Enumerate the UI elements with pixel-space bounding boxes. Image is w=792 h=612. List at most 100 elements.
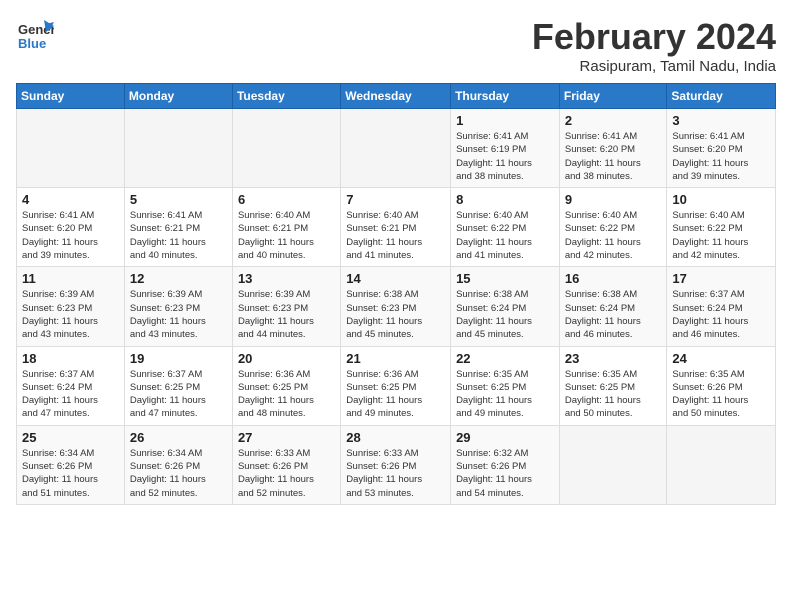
day-number: 20 xyxy=(238,351,335,366)
day-number: 28 xyxy=(346,430,445,445)
day-number: 3 xyxy=(672,113,770,128)
calendar-cell xyxy=(341,109,451,188)
logo-icon: General Blue xyxy=(16,16,54,54)
calendar-week-row: 11 Sunrise: 6:39 AM Sunset: 6:23 PM Dayli… xyxy=(17,267,776,346)
calendar-cell: 25 Sunrise: 6:34 AM Sunset: 6:26 PM Dayli… xyxy=(17,425,125,504)
calendar-cell: 14 Sunrise: 6:38 AM Sunset: 6:23 PM Dayli… xyxy=(341,267,451,346)
calendar-cell: 3 Sunrise: 6:41 AM Sunset: 6:20 PM Daylig… xyxy=(667,109,776,188)
calendar-header-row: SundayMondayTuesdayWednesdayThursdayFrid… xyxy=(17,84,776,109)
day-number: 17 xyxy=(672,271,770,286)
day-number: 14 xyxy=(346,271,445,286)
calendar-table: SundayMondayTuesdayWednesdayThursdayFrid… xyxy=(16,83,776,505)
day-number: 9 xyxy=(565,192,662,207)
day-number: 5 xyxy=(130,192,227,207)
day-info: Sunrise: 6:41 AM Sunset: 6:20 PM Dayligh… xyxy=(22,209,119,262)
day-info: Sunrise: 6:40 AM Sunset: 6:21 PM Dayligh… xyxy=(238,209,335,262)
weekday-header: Monday xyxy=(124,84,232,109)
calendar-cell: 9 Sunrise: 6:40 AM Sunset: 6:22 PM Daylig… xyxy=(559,188,667,267)
day-info: Sunrise: 6:40 AM Sunset: 6:21 PM Dayligh… xyxy=(346,209,445,262)
calendar-week-row: 18Sunrise: 6:37 AM Sunset: 6:24 PM Dayli… xyxy=(17,346,776,425)
calendar-subtitle: Rasipuram, Tamil Nadu, India xyxy=(532,58,776,75)
weekday-header: Tuesday xyxy=(232,84,340,109)
day-number: 21 xyxy=(346,351,445,366)
calendar-cell: 8 Sunrise: 6:40 AM Sunset: 6:22 PM Daylig… xyxy=(451,188,560,267)
day-number: 2 xyxy=(565,113,662,128)
calendar-week-row: 25 Sunrise: 6:34 AM Sunset: 6:26 PM Dayli… xyxy=(17,425,776,504)
day-info: Sunrise: 6:35 AM Sunset: 6:25 PM Dayligh… xyxy=(565,368,662,421)
day-info: Sunrise: 6:33 AM Sunset: 6:26 PM Dayligh… xyxy=(346,447,445,500)
day-number: 13 xyxy=(238,271,335,286)
day-info: Sunrise: 6:37 AM Sunset: 6:25 PM Dayligh… xyxy=(130,368,227,421)
calendar-cell: 4Sunrise: 6:41 AM Sunset: 6:20 PM Daylig… xyxy=(17,188,125,267)
day-info: Sunrise: 6:34 AM Sunset: 6:26 PM Dayligh… xyxy=(130,447,227,500)
calendar-cell: 29 Sunrise: 6:32 AM Sunset: 6:26 PM Dayli… xyxy=(451,425,560,504)
day-info: Sunrise: 6:34 AM Sunset: 6:26 PM Dayligh… xyxy=(22,447,119,500)
day-number: 15 xyxy=(456,271,554,286)
calendar-cell: 22 Sunrise: 6:35 AM Sunset: 6:25 PM Dayli… xyxy=(451,346,560,425)
weekday-header: Thursday xyxy=(451,84,560,109)
day-number: 22 xyxy=(456,351,554,366)
day-number: 27 xyxy=(238,430,335,445)
calendar-cell xyxy=(232,109,340,188)
svg-text:Blue: Blue xyxy=(18,36,46,51)
calendar-cell: 26 Sunrise: 6:34 AM Sunset: 6:26 PM Dayli… xyxy=(124,425,232,504)
weekday-header: Sunday xyxy=(17,84,125,109)
day-info: Sunrise: 6:41 AM Sunset: 6:19 PM Dayligh… xyxy=(456,130,554,183)
day-info: Sunrise: 6:39 AM Sunset: 6:23 PM Dayligh… xyxy=(238,288,335,341)
calendar-cell: 5 Sunrise: 6:41 AM Sunset: 6:21 PM Daylig… xyxy=(124,188,232,267)
day-number: 11 xyxy=(22,271,119,286)
calendar-cell: 15Sunrise: 6:38 AM Sunset: 6:24 PM Dayli… xyxy=(451,267,560,346)
calendar-cell: 19Sunrise: 6:37 AM Sunset: 6:25 PM Dayli… xyxy=(124,346,232,425)
day-number: 1 xyxy=(456,113,554,128)
calendar-week-row: 4Sunrise: 6:41 AM Sunset: 6:20 PM Daylig… xyxy=(17,188,776,267)
calendar-cell: 23Sunrise: 6:35 AM Sunset: 6:25 PM Dayli… xyxy=(559,346,667,425)
calendar-cell xyxy=(17,109,125,188)
day-number: 12 xyxy=(130,271,227,286)
calendar-cell: 21 Sunrise: 6:36 AM Sunset: 6:25 PM Dayli… xyxy=(341,346,451,425)
day-number: 6 xyxy=(238,192,335,207)
calendar-cell: 13 Sunrise: 6:39 AM Sunset: 6:23 PM Dayli… xyxy=(232,267,340,346)
day-info: Sunrise: 6:41 AM Sunset: 6:20 PM Dayligh… xyxy=(672,130,770,183)
calendar-cell: 1 Sunrise: 6:41 AM Sunset: 6:19 PM Daylig… xyxy=(451,109,560,188)
calendar-cell: 18Sunrise: 6:37 AM Sunset: 6:24 PM Dayli… xyxy=(17,346,125,425)
day-info: Sunrise: 6:35 AM Sunset: 6:25 PM Dayligh… xyxy=(456,368,554,421)
day-info: Sunrise: 6:40 AM Sunset: 6:22 PM Dayligh… xyxy=(672,209,770,262)
day-number: 16 xyxy=(565,271,662,286)
calendar-cell: 10 Sunrise: 6:40 AM Sunset: 6:22 PM Dayli… xyxy=(667,188,776,267)
calendar-cell: 24 Sunrise: 6:35 AM Sunset: 6:26 PM Dayli… xyxy=(667,346,776,425)
calendar-cell: 2Sunrise: 6:41 AM Sunset: 6:20 PM Daylig… xyxy=(559,109,667,188)
calendar-cell: 27 Sunrise: 6:33 AM Sunset: 6:26 PM Dayli… xyxy=(232,425,340,504)
calendar-cell: 28 Sunrise: 6:33 AM Sunset: 6:26 PM Dayli… xyxy=(341,425,451,504)
day-info: Sunrise: 6:35 AM Sunset: 6:26 PM Dayligh… xyxy=(672,368,770,421)
page-header: General Blue February 2024 Rasipuram, Ta… xyxy=(16,16,776,75)
day-info: Sunrise: 6:41 AM Sunset: 6:21 PM Dayligh… xyxy=(130,209,227,262)
calendar-cell: 6 Sunrise: 6:40 AM Sunset: 6:21 PM Daylig… xyxy=(232,188,340,267)
day-info: Sunrise: 6:37 AM Sunset: 6:24 PM Dayligh… xyxy=(22,368,119,421)
day-info: Sunrise: 6:40 AM Sunset: 6:22 PM Dayligh… xyxy=(456,209,554,262)
day-number: 10 xyxy=(672,192,770,207)
day-number: 29 xyxy=(456,430,554,445)
weekday-header: Friday xyxy=(559,84,667,109)
day-number: 8 xyxy=(456,192,554,207)
day-number: 26 xyxy=(130,430,227,445)
calendar-cell: 17 Sunrise: 6:37 AM Sunset: 6:24 PM Dayli… xyxy=(667,267,776,346)
day-info: Sunrise: 6:39 AM Sunset: 6:23 PM Dayligh… xyxy=(22,288,119,341)
calendar-title: February 2024 xyxy=(532,16,776,58)
day-info: Sunrise: 6:36 AM Sunset: 6:25 PM Dayligh… xyxy=(346,368,445,421)
day-number: 7 xyxy=(346,192,445,207)
day-info: Sunrise: 6:38 AM Sunset: 6:23 PM Dayligh… xyxy=(346,288,445,341)
day-number: 24 xyxy=(672,351,770,366)
calendar-cell xyxy=(559,425,667,504)
day-info: Sunrise: 6:40 AM Sunset: 6:22 PM Dayligh… xyxy=(565,209,662,262)
day-info: Sunrise: 6:32 AM Sunset: 6:26 PM Dayligh… xyxy=(456,447,554,500)
day-info: Sunrise: 6:33 AM Sunset: 6:26 PM Dayligh… xyxy=(238,447,335,500)
day-info: Sunrise: 6:36 AM Sunset: 6:25 PM Dayligh… xyxy=(238,368,335,421)
calendar-cell: 11 Sunrise: 6:39 AM Sunset: 6:23 PM Dayli… xyxy=(17,267,125,346)
calendar-cell: 7 Sunrise: 6:40 AM Sunset: 6:21 PM Daylig… xyxy=(341,188,451,267)
calendar-cell xyxy=(124,109,232,188)
title-block: February 2024 Rasipuram, Tamil Nadu, Ind… xyxy=(532,16,776,75)
day-info: Sunrise: 6:37 AM Sunset: 6:24 PM Dayligh… xyxy=(672,288,770,341)
day-number: 25 xyxy=(22,430,119,445)
weekday-header: Wednesday xyxy=(341,84,451,109)
weekday-header: Saturday xyxy=(667,84,776,109)
